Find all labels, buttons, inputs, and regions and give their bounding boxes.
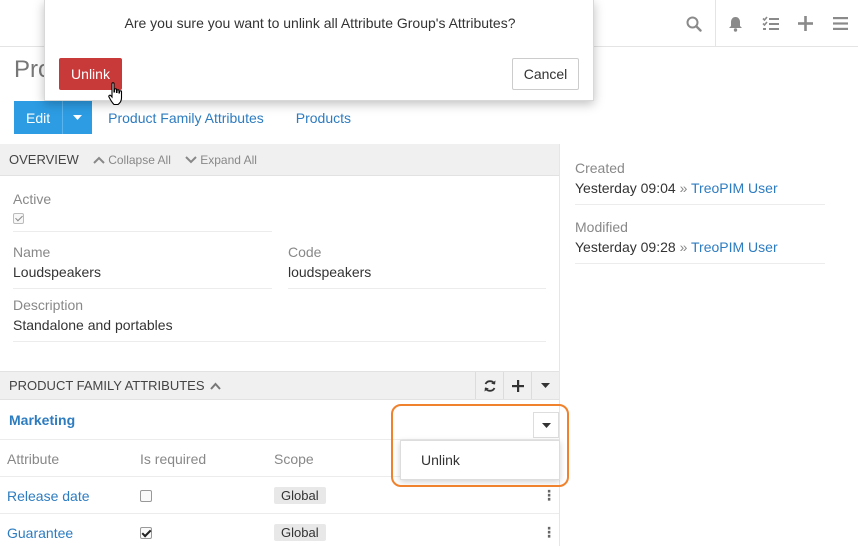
caret-down-icon xyxy=(541,383,550,388)
field-divider xyxy=(13,231,272,232)
modified-label: Modified xyxy=(575,219,628,235)
edit-dropdown-toggle[interactable] xyxy=(62,101,93,134)
attribute-link[interactable]: Guarantee xyxy=(7,514,73,546)
table-row: Guarantee Global ⋮ xyxy=(0,513,559,546)
active-field: Active xyxy=(13,191,272,232)
refresh-icon xyxy=(484,379,495,392)
overview-title: OVERVIEW xyxy=(9,152,79,167)
created-field: Created Yesterday 09:04 » TreoPIM User xyxy=(575,160,825,205)
chevron-up-icon xyxy=(93,156,105,164)
menu-icon[interactable] xyxy=(823,0,858,47)
collapse-all-button[interactable]: Collapse All xyxy=(93,153,171,167)
product-family-attributes-header: PRODUCT FAMILY ATTRIBUTES xyxy=(0,371,559,400)
field-divider xyxy=(575,263,825,264)
column-header-is-required[interactable]: Is required xyxy=(140,440,206,477)
active-checkbox xyxy=(13,213,24,224)
modified-value: Yesterday 09:28 » TreoPIM User xyxy=(575,239,825,255)
attribute-link[interactable]: Release date xyxy=(7,477,90,514)
add-attribute-button[interactable] xyxy=(503,372,531,399)
confirm-unlink-dialog: Are you sure you want to unlink all Attr… xyxy=(44,0,594,101)
navbar-icons xyxy=(676,0,858,47)
created-value: Yesterday 09:04 » TreoPIM User xyxy=(575,180,825,196)
bell-icon[interactable] xyxy=(718,0,753,47)
chevron-up-icon[interactable] xyxy=(209,382,221,390)
modified-separator: » xyxy=(679,239,688,255)
created-time: Yesterday 09:04 xyxy=(575,180,676,196)
created-user-link[interactable]: TreoPIM User xyxy=(691,180,778,196)
tab-products[interactable]: Products xyxy=(296,110,351,126)
field-divider xyxy=(13,288,272,289)
annotation-highlight xyxy=(391,404,569,487)
collapse-all-label: Collapse All xyxy=(108,152,171,167)
code-label: Code xyxy=(288,244,322,260)
plus-icon xyxy=(511,379,524,392)
is-required-checkbox xyxy=(140,526,152,539)
refresh-button[interactable] xyxy=(475,372,503,399)
code-field: Code loudspeakers xyxy=(288,244,546,289)
name-field: Name Loudspeakers xyxy=(13,244,272,289)
scope-badge: Global xyxy=(274,487,326,504)
name-value: Loudspeakers xyxy=(13,264,101,280)
tab-product-family-attributes[interactable]: Product Family Attributes xyxy=(108,110,264,126)
description-value: Standalone and portables xyxy=(13,317,173,333)
expand-all-button[interactable]: Expand All xyxy=(185,153,257,167)
active-label: Active xyxy=(13,191,52,207)
side-panel: Created Yesterday 09:04 » TreoPIM User M… xyxy=(575,160,825,278)
field-divider xyxy=(575,204,825,205)
tasks-icon[interactable] xyxy=(753,0,788,47)
pfa-actions-dropdown[interactable] xyxy=(531,372,559,399)
description-field: Description Standalone and portables xyxy=(13,297,546,342)
overview-header: OVERVIEW Collapse All Expand All xyxy=(0,144,559,176)
pfa-title: PRODUCT FAMILY ATTRIBUTES xyxy=(9,378,205,393)
created-separator: » xyxy=(679,180,688,196)
expand-all-label: Expand All xyxy=(200,152,257,167)
created-label: Created xyxy=(575,160,625,176)
confirm-message: Are you sure you want to unlink all Attr… xyxy=(124,15,516,31)
action-bar: Edit Product Family Attributes Products xyxy=(14,101,351,134)
cancel-button[interactable]: Cancel xyxy=(512,58,579,90)
field-divider xyxy=(13,341,546,342)
name-label: Name xyxy=(13,244,51,260)
modified-time: Yesterday 09:28 xyxy=(575,239,676,255)
column-header-scope[interactable]: Scope xyxy=(274,440,314,477)
column-header-attribute[interactable]: Attribute xyxy=(7,440,59,477)
row-actions-icon[interactable]: ⋮ xyxy=(542,514,556,546)
pfa-toolbar xyxy=(475,372,559,399)
code-value: loudspeakers xyxy=(288,264,372,280)
plus-icon[interactable] xyxy=(788,0,823,47)
field-divider xyxy=(288,288,546,289)
scope-badge: Global xyxy=(274,524,326,541)
hand-cursor-icon xyxy=(108,82,123,106)
edit-button[interactable]: Edit xyxy=(14,101,63,134)
caret-down-icon xyxy=(73,115,83,120)
modified-user-link[interactable]: TreoPIM User xyxy=(691,239,778,255)
is-required-checkbox xyxy=(140,489,152,502)
description-label: Description xyxy=(13,297,84,313)
attribute-group-title[interactable]: Marketing xyxy=(9,412,75,428)
search-icon[interactable] xyxy=(676,0,711,47)
modified-field: Modified Yesterday 09:28 » TreoPIM User xyxy=(575,219,825,264)
chevron-down-icon xyxy=(185,155,197,163)
navbar-divider xyxy=(715,0,716,47)
